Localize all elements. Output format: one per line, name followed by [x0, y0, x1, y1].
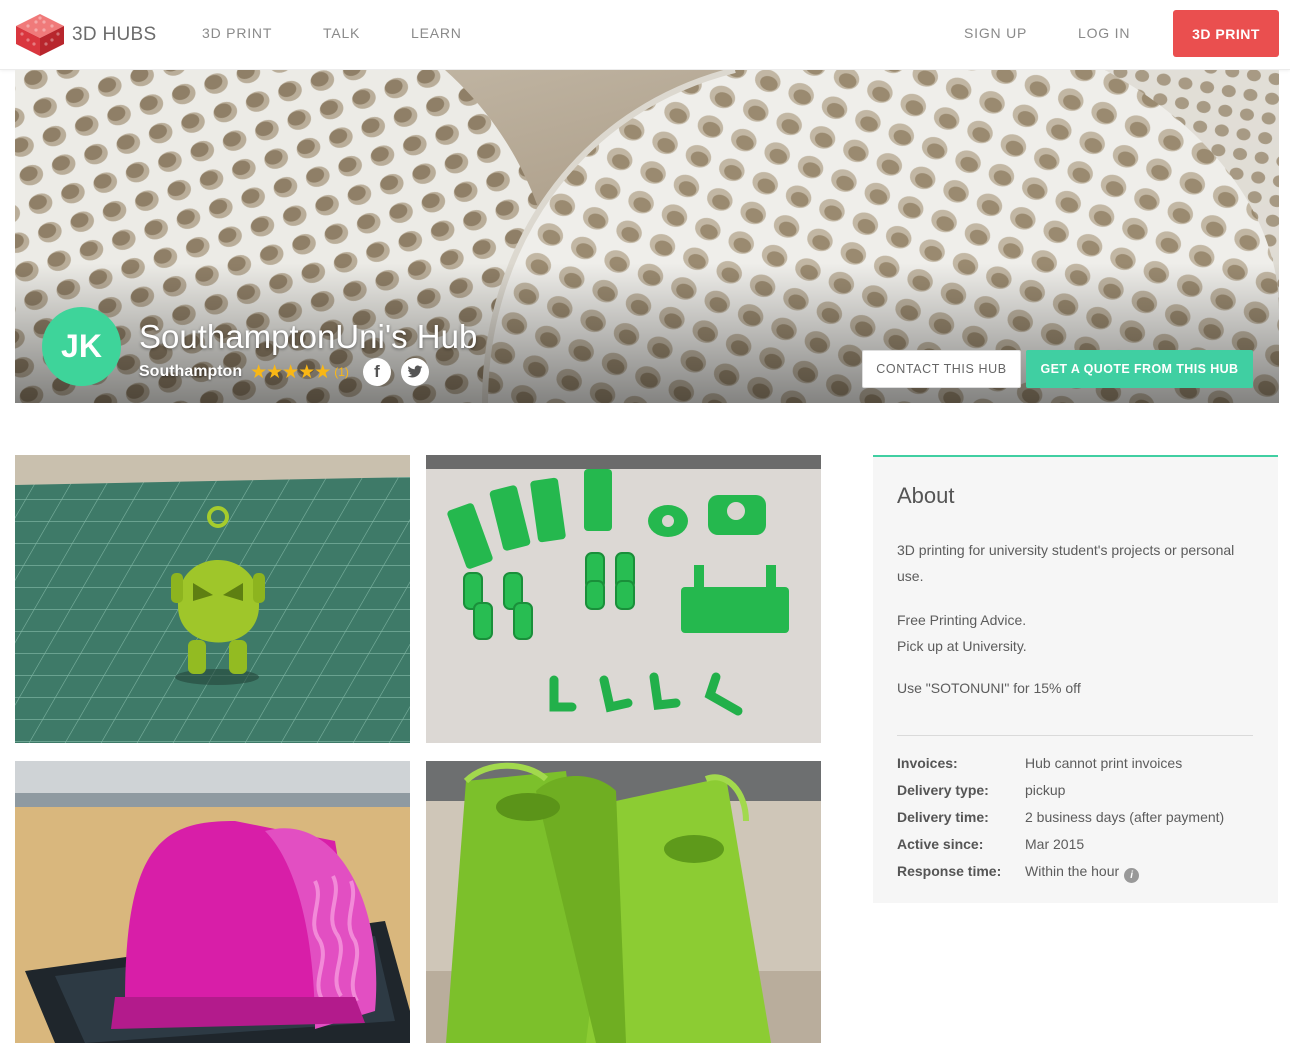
brand-name: 3D HUBS — [72, 24, 157, 45]
pink-print-photo — [15, 761, 410, 1043]
hub-title: SouthamptonUni's Hub — [139, 318, 478, 355]
brand-logo[interactable]: 3D HUBS — [14, 12, 156, 58]
detail-value: Hub cannot print invoices — [1025, 755, 1183, 771]
green-vase-photo — [426, 761, 821, 1043]
about-advice: Free Printing Advice. — [897, 612, 1027, 628]
detail-value: pickup — [1025, 782, 1066, 798]
about-divider — [897, 735, 1253, 736]
about-pickup: Pick up at University. — [897, 638, 1027, 654]
gallery-photo-green-vase[interactable] — [426, 761, 821, 1043]
about-discount: Use "SOTONUNI" for 15% off — [897, 680, 1081, 696]
get-quote-button[interactable]: GET A QUOTE FROM THIS HUB — [1026, 350, 1253, 388]
hub-hero-banner: JK SouthamptonUni's Hub Southampton ★★★★… — [15, 70, 1279, 403]
detail-label: Delivery type: — [897, 782, 989, 798]
detail-label: Response time: — [897, 863, 1002, 879]
gallery-photo-parts[interactable] — [426, 455, 821, 743]
about-description: 3D printing for university student's pro… — [897, 542, 1235, 584]
lime-figurine-photo — [15, 455, 410, 743]
detail-value-response: Within the hour i — [1025, 863, 1140, 883]
detail-value: 2 business days (after payment) — [1025, 809, 1225, 825]
gallery-photo-pink-print[interactable] — [15, 761, 410, 1043]
gallery-photo-figurine[interactable] — [15, 455, 410, 743]
about-heading: About — [897, 483, 955, 508]
twitter-icon[interactable] — [400, 358, 429, 386]
detail-label: Invoices: — [897, 755, 958, 771]
green-parts-photo — [426, 455, 821, 743]
log-in-link[interactable]: LOG IN — [1078, 25, 1130, 41]
hub-meta: Southampton ★★★★★ (1) f — [139, 358, 429, 386]
nav-talk[interactable]: TALK — [323, 25, 360, 41]
rating-stars-icon: ★★★★★ — [250, 361, 331, 383]
detail-label: Delivery time: — [897, 809, 989, 825]
nav-learn[interactable]: LEARN — [411, 25, 462, 41]
detail-value: Within the hour — [1025, 863, 1120, 879]
review-count-link[interactable]: (1) — [334, 365, 349, 379]
facebook-icon[interactable]: f — [362, 358, 391, 386]
detail-value: Mar 2015 — [1025, 836, 1085, 852]
nav-3d-print[interactable]: 3D PRINT — [202, 25, 272, 41]
cube-logo-icon — [16, 14, 64, 56]
3d-print-cta-button[interactable]: 3D PRINT — [1173, 10, 1279, 57]
hub-location: Southampton — [139, 363, 243, 380]
about-panel: About 3D printing for university student… — [873, 455, 1278, 903]
top-navigation: 3D HUBS 3D PRINT TALK LEARN SIGN UP LOG … — [0, 0, 1290, 70]
hub-avatar: JK — [42, 307, 121, 386]
contact-hub-button[interactable]: CONTACT THIS HUB — [862, 350, 1021, 388]
sign-up-link[interactable]: SIGN UP — [964, 25, 1027, 41]
detail-label: Active since: — [897, 836, 984, 852]
info-icon[interactable]: i — [1124, 868, 1140, 883]
